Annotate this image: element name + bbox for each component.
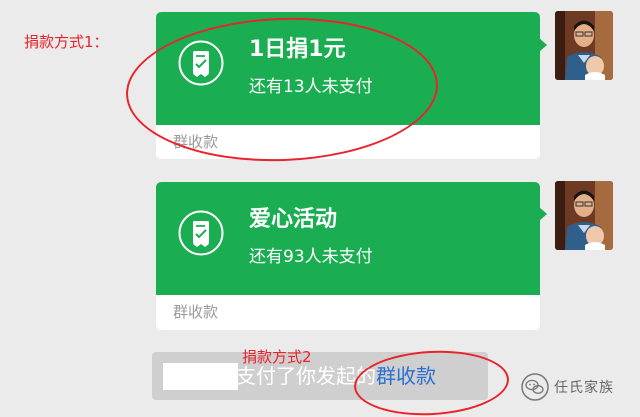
card-title: 爱心活动	[249, 207, 338, 232]
avatar[interactable]	[555, 11, 613, 80]
redacted-name	[163, 363, 238, 390]
bubble-tail	[539, 207, 547, 221]
card-status: 还有93人未支付	[249, 247, 373, 267]
group-payment-card[interactable]: 爱心活动 还有93人未支付 群收款	[156, 182, 540, 330]
receipt-check-icon	[178, 210, 224, 256]
method1-annotation: 捐款方式1：	[24, 33, 109, 51]
bubble-tail	[539, 38, 547, 52]
watermark-text: 任氏家族	[554, 380, 614, 396]
method2-annotation: 捐款方式2	[242, 348, 312, 366]
wechat-official-account-icon	[521, 373, 549, 401]
card-footer: 群收款	[173, 303, 219, 321]
watermark: 任氏家族	[520, 372, 614, 402]
card-header: 爱心活动 还有93人未支付	[156, 182, 540, 295]
avatar[interactable]	[555, 181, 613, 250]
